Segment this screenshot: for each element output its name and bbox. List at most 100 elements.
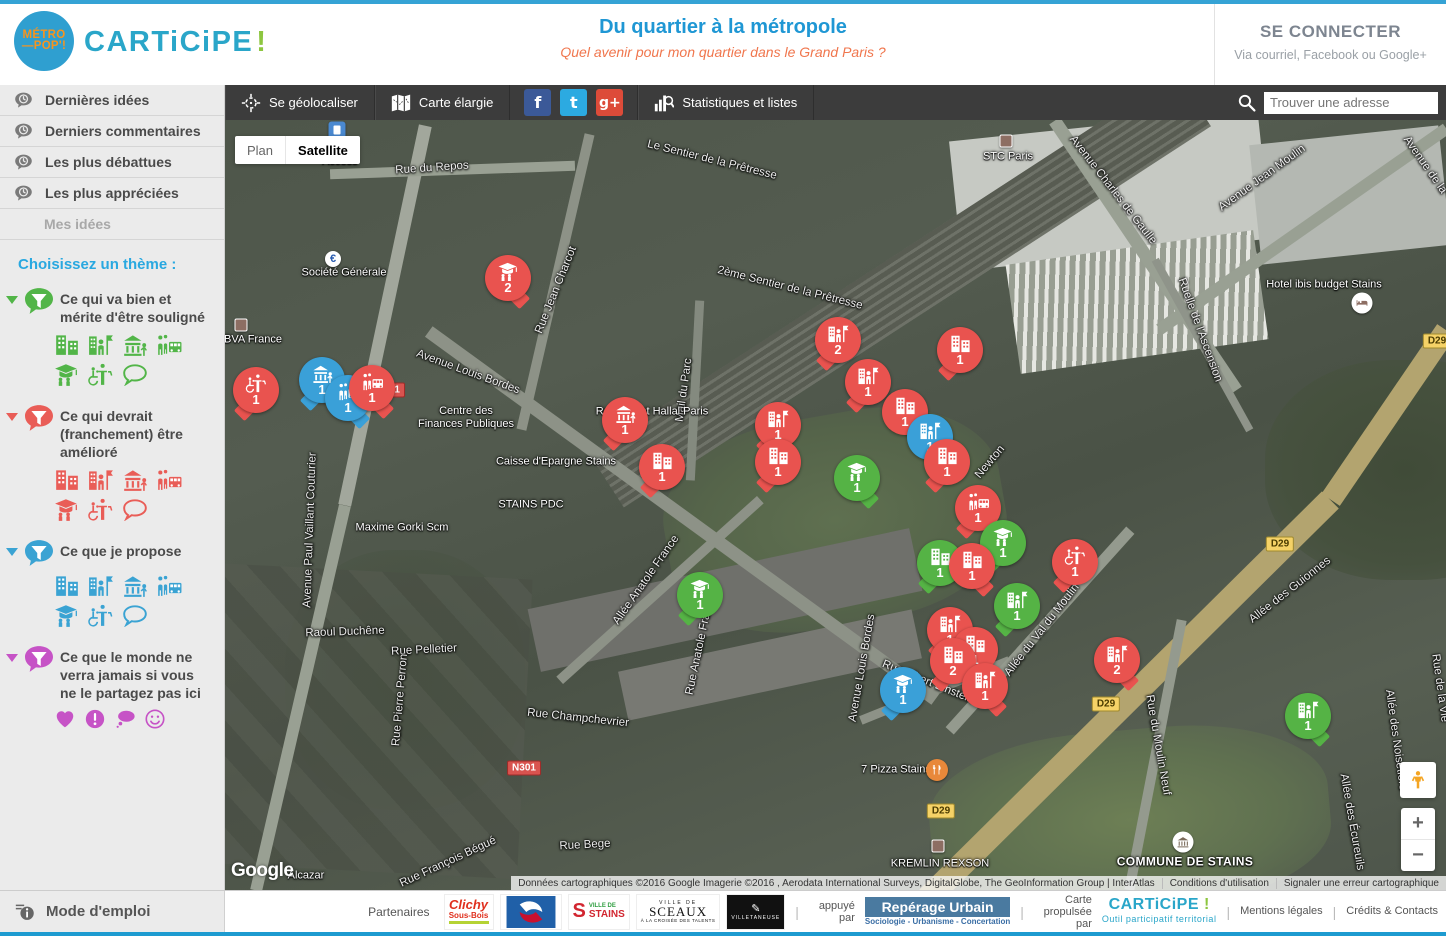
theme-pictogram-services-icon[interactable] (88, 362, 114, 386)
theme-reve: Ce que le monde ne verra jamais si vous … (6, 645, 218, 734)
theme-pictogram-monument-icon[interactable] (122, 467, 148, 491)
poi-label: Société Générale (302, 267, 387, 280)
geolocate-button[interactable]: Se géolocaliser (225, 85, 375, 120)
theme-header[interactable]: Ce qui devrait (franchement) être amélio… (6, 404, 218, 461)
partner-logo-bird[interactable] (500, 894, 562, 930)
idea-marker[interactable]: 1 (949, 543, 995, 589)
theme-pictogram-transit-icon[interactable] (156, 332, 182, 356)
idea-marker[interactable]: 1 (962, 663, 1008, 709)
idea-marker[interactable]: 1 (1052, 539, 1098, 585)
idea-marker[interactable]: 1 (924, 439, 970, 485)
idea-marker[interactable]: 1 (834, 455, 880, 501)
theme-header[interactable]: Ce qui va bien et mérite d'être souligné (6, 287, 218, 326)
theme-pictogram-building-icon[interactable] (54, 332, 80, 356)
theme-subcategory-icons (54, 573, 214, 627)
carticipe-footer-logo[interactable]: CARTiCiPE ! Outil participatif territori… (1102, 898, 1217, 926)
header: MÉTRO—POP'! CARTiCiPE! Du quartier à la … (0, 0, 1446, 85)
twitter-icon[interactable]: t (560, 89, 587, 116)
idea-marker[interactable]: 2 (1094, 637, 1140, 683)
theme-pictogram-bubble-icon[interactable] (122, 497, 148, 521)
theme-pictogram-monument-icon[interactable] (122, 573, 148, 597)
sidebar-item[interactable]: Dernières idées (0, 85, 224, 116)
zoom-in-button[interactable]: + (1401, 808, 1435, 840)
theme-pictogram-bubble-icon[interactable] (122, 603, 148, 627)
caret-down-icon (6, 654, 18, 662)
place-icon (1000, 135, 1013, 148)
sidebar-item[interactable]: Les plus appréciées (0, 178, 224, 209)
theme-pictogram-building-icon[interactable] (54, 467, 80, 491)
attribution-link[interactable]: Signaler une erreur cartographique (1276, 878, 1446, 889)
theme-header[interactable]: Ce que je propose (6, 539, 218, 567)
route-badge: N301 (507, 761, 541, 776)
idea-marker[interactable]: 1 (1285, 693, 1331, 739)
idea-marker[interactable]: 2 (485, 255, 531, 301)
theme-subcategory-icons (54, 708, 214, 730)
pegman-icon (1408, 769, 1428, 791)
poi-label: STC Paris (983, 151, 1033, 164)
idea-marker[interactable]: 1 (880, 667, 926, 713)
login-label: SE CONNECTER (1215, 22, 1446, 42)
theme-pictogram-education-icon[interactable] (54, 362, 80, 386)
zoom-out-button[interactable]: − (1401, 840, 1435, 871)
login-button[interactable]: SE CONNECTER Via courriel, Facebook ou G… (1214, 4, 1446, 85)
theme-pictogram-services-icon[interactable] (88, 497, 114, 521)
facebook-icon[interactable]: f (524, 89, 551, 116)
sidebar-item[interactable]: Les plus débattues (0, 147, 224, 178)
idea-marker[interactable]: 1 (755, 439, 801, 485)
google-plus-icon[interactable]: g+ (596, 89, 623, 116)
search-input[interactable] (1264, 92, 1438, 114)
idea-marker[interactable]: 1 (639, 444, 685, 490)
partner-logo-villetaneuse[interactable]: ✎VILLETANEUSE (726, 894, 785, 930)
pegman-control[interactable] (1400, 762, 1436, 798)
partner-logo-stains[interactable]: SVILLE DESTAINS (568, 894, 630, 930)
map-toolbar: Se géolocaliser Carte élargie ft g+ Stati… (225, 85, 1446, 120)
idea-marker[interactable]: 1 (233, 367, 279, 413)
poi-label: STAINS PDC (498, 499, 563, 512)
theme-pictogram-building-icon[interactable] (54, 573, 80, 597)
theme-pictogram-heart-icon[interactable] (54, 708, 76, 730)
credits-contacts-link[interactable]: Crédits & Contacts (1346, 905, 1438, 918)
theme-pictogram-housing-icon[interactable] (88, 332, 114, 356)
theme-subcategory-icons (54, 467, 214, 521)
mentions-legales-link[interactable]: Mentions légales (1240, 905, 1323, 918)
sidebar-item[interactable]: Derniers commentaires (0, 116, 224, 147)
attribution-link[interactable]: Conditions d'utilisation (1162, 878, 1276, 889)
footer-divider: | (1226, 904, 1230, 920)
partner-logo-sceaux[interactable]: VILLE DESCEAUXÀ LA CROISÉE DES TALENTS (636, 894, 721, 930)
google-logo[interactable]: Google (231, 860, 293, 882)
idea-marker[interactable]: 1 (677, 572, 723, 618)
idea-marker[interactable]: 1 (994, 583, 1040, 629)
theme-pictogram-monument-icon[interactable] (122, 332, 148, 356)
map-canvas[interactable]: Rue du ReposLe Sentier de la Prêtresse2è… (225, 120, 1446, 890)
theme-pictogram-education-icon[interactable] (54, 603, 80, 627)
theme-pictogram-exclamation-icon[interactable] (84, 708, 106, 730)
partner-logo-clichy[interactable]: ClichySous-Bois (444, 894, 494, 930)
idea-marker[interactable]: 1 (349, 365, 395, 411)
theme-pictogram-education-icon[interactable] (54, 497, 80, 521)
theme-pictogram-housing-icon[interactable] (88, 467, 114, 491)
idea-marker[interactable]: 1 (937, 327, 983, 373)
mode-demploi-button[interactable]: Mode d'emploi (0, 891, 225, 932)
info-icon (14, 902, 36, 922)
theme-pictogram-housing-icon[interactable] (88, 573, 114, 597)
stats-button[interactable]: Statistiques et listes (638, 85, 814, 120)
social-buttons: ft g+ (510, 85, 638, 120)
footer-content: Partenaires ClichySous-BoisSVILLE DESTAI… (225, 894, 1446, 930)
search-icon[interactable] (1237, 93, 1256, 112)
reperage-urbain-logo[interactable]: Repérage Urbain Sociologie - Urbanisme -… (865, 897, 1010, 926)
theme-pictogram-transit-icon[interactable] (156, 573, 182, 597)
footer-divider: | (1333, 904, 1337, 920)
idea-marker[interactable]: 1 (602, 397, 648, 443)
theme-pictogram-thought-icon[interactable] (114, 708, 136, 730)
idea-marker[interactable]: 2 (815, 317, 861, 363)
theme-header[interactable]: Ce que le monde ne verra jamais si vous … (6, 645, 218, 702)
theme-pictogram-transit-icon[interactable] (156, 467, 182, 491)
theme-label: Ce qui va bien et mérite d'être souligné (60, 287, 210, 326)
theme-pictogram-services-icon[interactable] (88, 603, 114, 627)
wide-map-button[interactable]: Carte élargie (375, 85, 510, 120)
poi-label: Hotel ibis budget Stains (1266, 279, 1382, 292)
theme-pictogram-smiley-icon[interactable] (144, 708, 166, 730)
theme-pictogram-bubble-icon[interactable] (122, 362, 148, 386)
map-type-plan[interactable]: Plan (235, 136, 285, 164)
map-type-satellite[interactable]: Satellite (285, 136, 360, 164)
